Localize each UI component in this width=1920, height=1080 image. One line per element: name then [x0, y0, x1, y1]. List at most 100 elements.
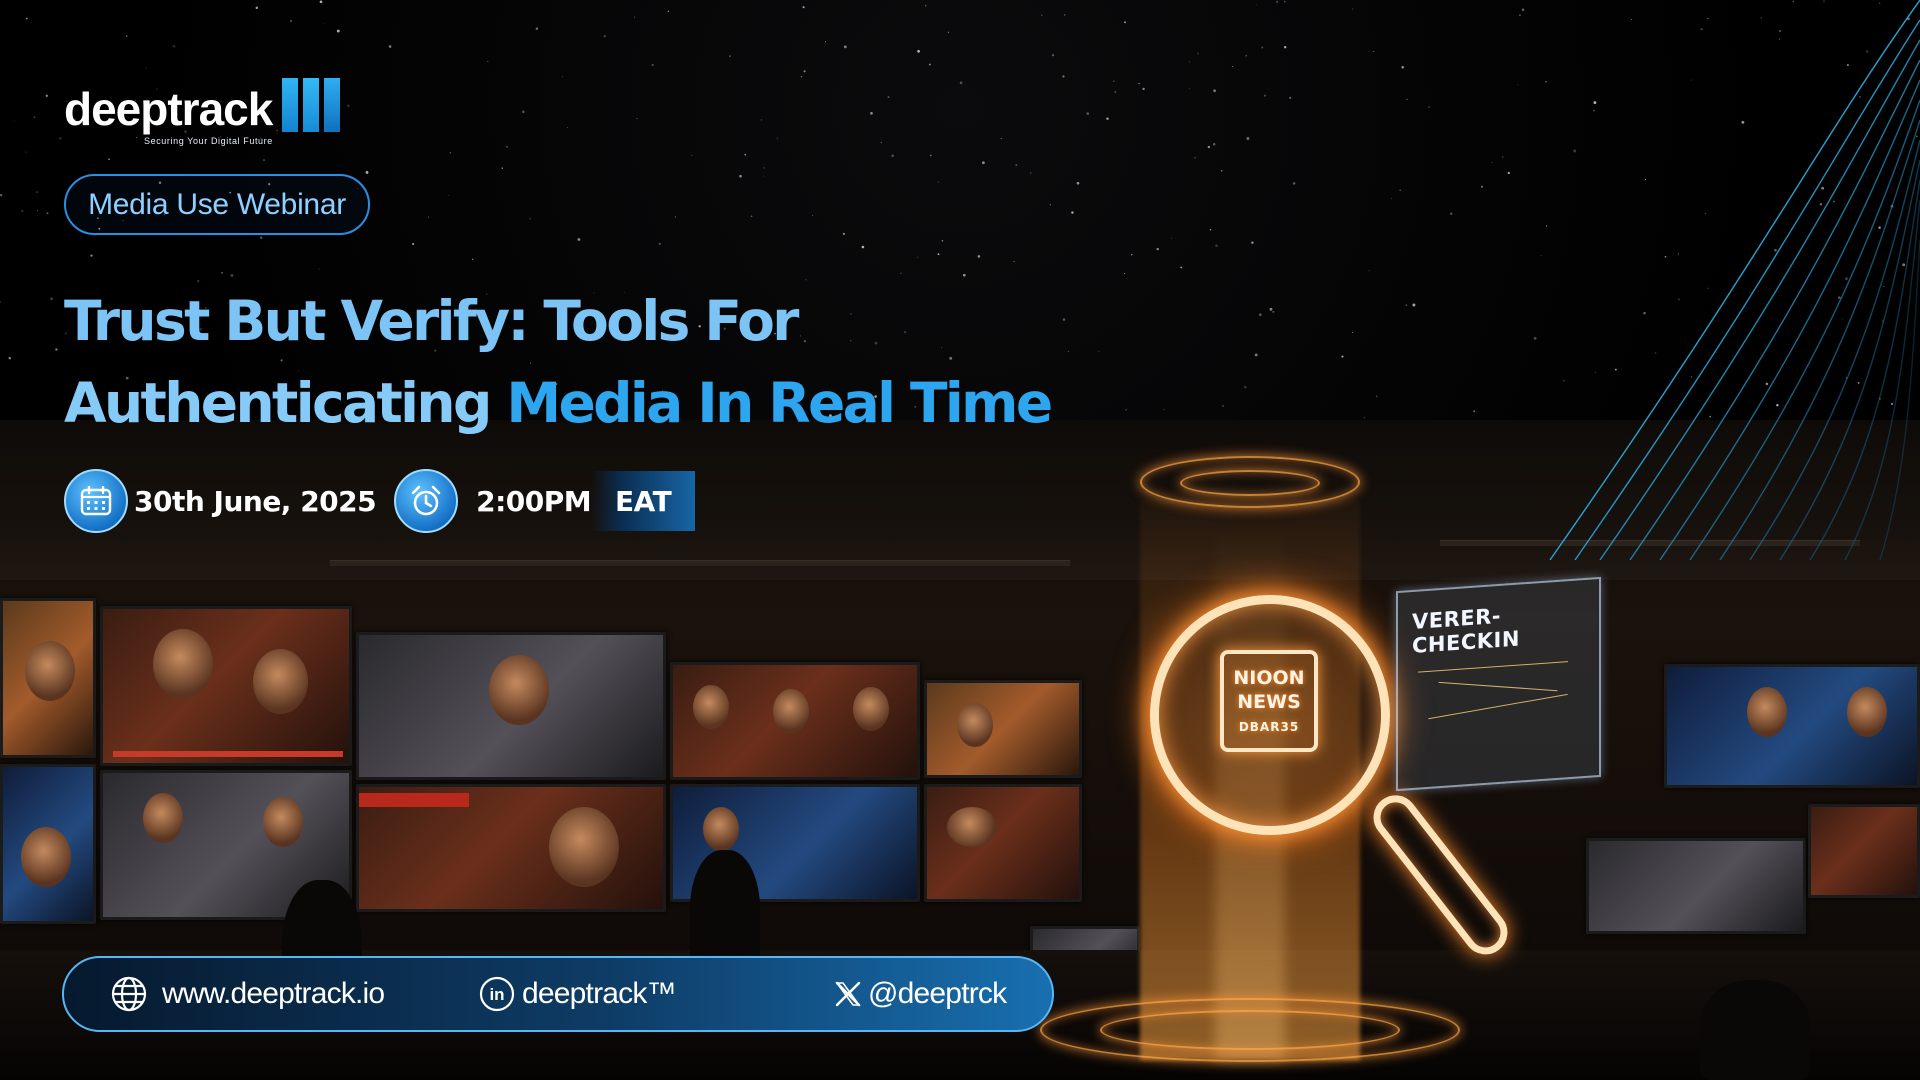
star-dot: [0, 301, 2, 303]
ceiling-rail: [330, 560, 1070, 566]
star-dot: [145, 67, 147, 69]
star-dot: [917, 256, 919, 258]
star-dot: [1194, 156, 1196, 159]
svg-text:in: in: [489, 985, 504, 1004]
star-dot: [318, 268, 320, 270]
star-dot: [259, 236, 263, 239]
star-dot: [427, 216, 430, 218]
x-link[interactable]: @deeptrck: [834, 958, 1007, 1030]
star-dot: [658, 242, 661, 245]
star-dot: [824, 41, 827, 43]
star-dot: [255, 6, 259, 10]
star-dot: [1254, 353, 1258, 357]
video-screen: [0, 598, 96, 758]
star-dot: [603, 34, 606, 38]
star-dot: [1245, 54, 1248, 57]
star-dot: [1051, 54, 1055, 57]
star-dot: [411, 242, 415, 246]
star-dot: [1142, 87, 1145, 91]
star-dot: [108, 158, 110, 161]
webinar-banner: NIOON NEWS DBAR35 VERER-CHECKIN deeptrac…: [0, 0, 1920, 1080]
star-dot: [388, 45, 392, 48]
star-dot: [1114, 90, 1117, 93]
star-dot: [1067, 351, 1069, 353]
hologram-ring: [1180, 470, 1320, 496]
video-screen: [100, 606, 352, 766]
video-screen: [1664, 664, 1920, 788]
star-dot: [1261, 46, 1264, 49]
operator-silhouette: [1700, 980, 1810, 1080]
fact-check-title: VERER-CHECKIN: [1412, 603, 1520, 659]
badge-line-2: NEWS: [1237, 691, 1301, 713]
calendar-icon: [64, 469, 128, 533]
star-dot: [1215, 244, 1218, 248]
star-dot: [1207, 145, 1211, 149]
video-screen: [356, 784, 666, 912]
star-dot: [962, 273, 966, 277]
star-dot: [521, 110, 525, 114]
star-dot: [1246, 137, 1250, 140]
event-type-pill: Media Use Webinar: [64, 174, 370, 235]
star-dot: [739, 174, 742, 178]
star-dot: [535, 27, 539, 31]
star-dot: [1125, 408, 1127, 411]
star-dot: [1222, 405, 1224, 407]
star-dot: [35, 191, 39, 194]
star-dot: [776, 137, 779, 140]
star-dot: [230, 273, 234, 277]
star-dot: [1197, 52, 1199, 55]
star-dot: [880, 141, 882, 144]
star-dot: [1124, 21, 1126, 24]
star-dot: [1289, 96, 1292, 99]
video-screen: [1808, 804, 1920, 898]
star-dot: [567, 126, 568, 128]
star-dot: [959, 81, 963, 85]
deeptrack-logo: deeptrack: [64, 78, 341, 135]
event-time: 2:00PM: [476, 484, 592, 518]
hologram-base-ring: [1100, 1010, 1400, 1050]
star-dot: [937, 253, 940, 256]
star-dot: [1013, 260, 1015, 262]
star-dot: [1076, 181, 1080, 185]
website-link[interactable]: www.deeptrack.io: [110, 958, 385, 1030]
title-line-2-part-1: Authenticating: [64, 371, 492, 435]
video-screen: [670, 662, 920, 780]
star-dot: [674, 216, 676, 218]
star-dot: [917, 49, 920, 53]
star-dot: [1272, 310, 1275, 313]
star-dot: [1180, 266, 1183, 269]
star-dot: [1269, 307, 1273, 311]
star-dot: [1213, 89, 1216, 93]
star-dot: [861, 245, 865, 249]
star-dot: [561, 76, 564, 78]
star-dot: [891, 154, 894, 158]
star-dot: [319, 0, 323, 4]
star-dot: [887, 96, 890, 99]
star-dot: [0, 193, 3, 197]
star-dot: [487, 60, 489, 62]
video-screen: [924, 680, 1082, 778]
star-dot: [1062, 318, 1066, 321]
star-dot: [842, 232, 845, 235]
star-dot: [763, 166, 766, 169]
star-dot: [323, 22, 325, 24]
star-dot: [290, 19, 292, 22]
x-handle: @deeptrck: [868, 977, 1007, 1010]
star-dot: [1106, 117, 1109, 120]
star-dot: [136, 136, 138, 139]
star-dot: [803, 70, 806, 73]
star-dot: [347, 104, 350, 108]
star-dot: [1130, 253, 1133, 256]
star-dot: [941, 240, 944, 242]
logo-wordmark: deeptrack: [64, 83, 273, 135]
star-dot: [1086, 112, 1090, 115]
star-dot: [1258, 313, 1262, 317]
title-line-1: Trust But Verify: Tools For: [64, 289, 799, 353]
event-type-label: Media Use Webinar: [88, 187, 346, 221]
star-dot: [1256, 4, 1257, 6]
star-dot: [471, 258, 474, 261]
star-dot: [750, 215, 753, 217]
linkedin-link[interactable]: in deeptrack™: [478, 958, 677, 1030]
star-dot: [928, 63, 931, 66]
video-screen: [1586, 838, 1806, 934]
